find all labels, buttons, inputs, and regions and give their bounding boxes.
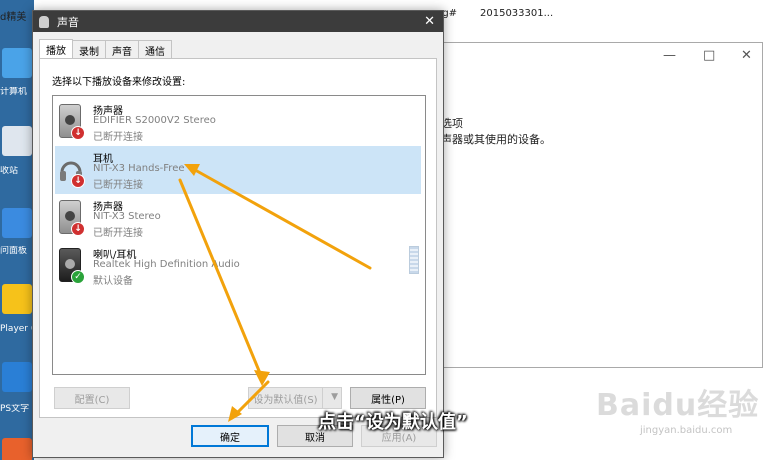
disconnected-badge-icon: ↓: [71, 174, 85, 188]
close-button[interactable]: ✕: [741, 48, 752, 63]
device-status: 已断开连接: [93, 228, 143, 239]
disconnected-badge-icon: ↓: [71, 126, 85, 140]
baidu-watermark-logo: Baidu经验: [596, 388, 760, 423]
set-default-button[interactable]: 设为默认值(S) ▼: [248, 387, 342, 409]
chevron-down-icon[interactable]: ▼: [331, 392, 338, 402]
desktop-label-computer: 计算机: [0, 87, 28, 97]
disconnected-badge-icon: ↓: [71, 222, 85, 236]
tab-recording[interactable]: 录制: [72, 40, 106, 59]
maximize-button[interactable]: □: [703, 48, 715, 63]
ok-button[interactable]: 确定: [191, 425, 269, 447]
desktop-label-player: Player 6 bit: [0, 324, 34, 334]
device-item-nit-x3-stereo[interactable]: ↓ 扬声器 NIT-X3 Stereo 已断开连接: [55, 194, 421, 242]
background-window: — □ ✕ 选项 声器或其使用的设备。: [440, 42, 763, 368]
default-check-icon: ✓: [71, 270, 85, 284]
device-status: 已断开连接: [93, 132, 143, 143]
minimize-button[interactable]: —: [663, 48, 676, 63]
dialog-title: 声音: [57, 15, 79, 29]
tab-communications[interactable]: 通信: [138, 40, 172, 59]
recycle-bin-icon[interactable]: [2, 126, 32, 156]
device-list: ↓ 扬声器 EDIFIER S2000V2 Stereo 已断开连接 ↓ 耳机 …: [52, 95, 426, 375]
close-icon[interactable]: ✕: [424, 14, 435, 29]
desktop-icons-strip: 计算机 收站 问面板 Player 6 bit PS文字: [0, 0, 34, 460]
device-status: 已断开连接: [93, 180, 143, 191]
speaker-icon: [39, 15, 49, 28]
desktop-label-panel: 问面板: [0, 246, 28, 256]
background-window-text: 声器或其使用的设备。: [441, 133, 551, 146]
configure-button[interactable]: 配置(C): [54, 387, 130, 409]
properties-button[interactable]: 属性(P): [350, 387, 426, 409]
app-icon[interactable]: [2, 438, 32, 460]
set-default-label: 设为默认值(S): [249, 388, 323, 408]
device-item-nit-x3-handsfree[interactable]: ↓ 耳机 NIT-X3 Hands-Free 已断开连接: [55, 146, 421, 194]
device-model: Realtek High Definition Audio: [93, 259, 240, 270]
sound-dialog: 声音 ✕ 播放 录制 声音 通信 选择以下播放设备来修改设置: ↓ 扬声器 ED…: [32, 10, 444, 458]
desktop-label-ps: PS文字: [0, 404, 30, 414]
computer-icon[interactable]: [2, 48, 32, 78]
control-panel-icon[interactable]: [2, 208, 32, 238]
top-strip-item: 2015033301...: [480, 8, 554, 19]
device-model: NIT-X3 Stereo: [93, 211, 161, 222]
ps-text-icon[interactable]: [2, 362, 32, 392]
device-item-edifier[interactable]: ↓ 扬声器 EDIFIER S2000V2 Stereo 已断开连接: [55, 98, 421, 146]
top-strip-item: d精美: [0, 12, 27, 23]
instruction-caption: 点击“设为默认值”: [318, 412, 468, 433]
device-model: EDIFIER S2000V2 Stereo: [93, 115, 216, 126]
device-item-realtek[interactable]: ✓ 喇叭/耳机 Realtek High Definition Audio 默认…: [55, 242, 421, 290]
desktop-label-recycle: 收站: [0, 166, 19, 176]
device-model: NIT-X3 Hands-Free: [93, 163, 185, 174]
instruction-text: 选择以下播放设备来修改设置:: [52, 77, 186, 88]
dialog-title-bar[interactable]: 声音 ✕: [33, 11, 443, 32]
playback-panel: 选择以下播放设备来修改设置: ↓ 扬声器 EDIFIER S2000V2 Ste…: [39, 58, 437, 418]
background-window-text: 选项: [441, 117, 463, 130]
tab-sounds[interactable]: 声音: [105, 40, 139, 59]
tab-bar: 播放 录制 声音 通信: [39, 39, 172, 59]
tab-playback[interactable]: 播放: [39, 39, 73, 59]
level-meter: [409, 246, 419, 274]
baidu-watermark-url: jingyan.baidu.com: [640, 425, 733, 436]
player-icon[interactable]: [2, 284, 32, 314]
device-status: 默认设备: [93, 276, 133, 287]
